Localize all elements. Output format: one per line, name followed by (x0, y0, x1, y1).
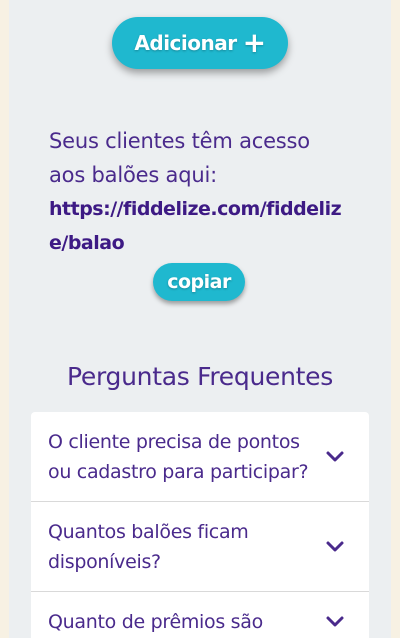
faq-item[interactable]: O cliente precisa de pontos ou cadastro … (31, 412, 369, 502)
chevron-down-icon (326, 541, 344, 551)
faq-title: Perguntas Frequentes (67, 362, 333, 391)
faq-list: O cliente precisa de pontos ou cadastro … (31, 412, 369, 638)
faq-question: O cliente precisa de pontos ou cadastro … (48, 431, 309, 483)
add-button[interactable]: Adicionar + (112, 17, 288, 69)
copy-button[interactable]: copiar (153, 263, 245, 301)
share-info: Seus clientes têm acesso aos balões aqui… (49, 124, 349, 260)
share-link[interactable]: https://fiddelize.com/fiddelize/balao (49, 192, 349, 260)
faq-question: Quantos balões ficam disponíveis? (48, 521, 249, 573)
chevron-down-icon (326, 451, 344, 461)
add-button-label: Adicionar (134, 31, 237, 55)
faq-item[interactable]: Quantos balões ficam disponíveis? (31, 502, 369, 592)
chevron-down-icon (326, 616, 344, 626)
faq-item[interactable]: Quanto de prêmios são (31, 592, 369, 638)
plus-icon: + (242, 26, 266, 59)
faq-question: Quanto de prêmios são (48, 611, 263, 633)
main-panel: Adicionar + Seus clientes têm acesso aos… (9, 0, 391, 638)
share-text: Seus clientes têm acesso aos balões aqui… (49, 129, 310, 187)
